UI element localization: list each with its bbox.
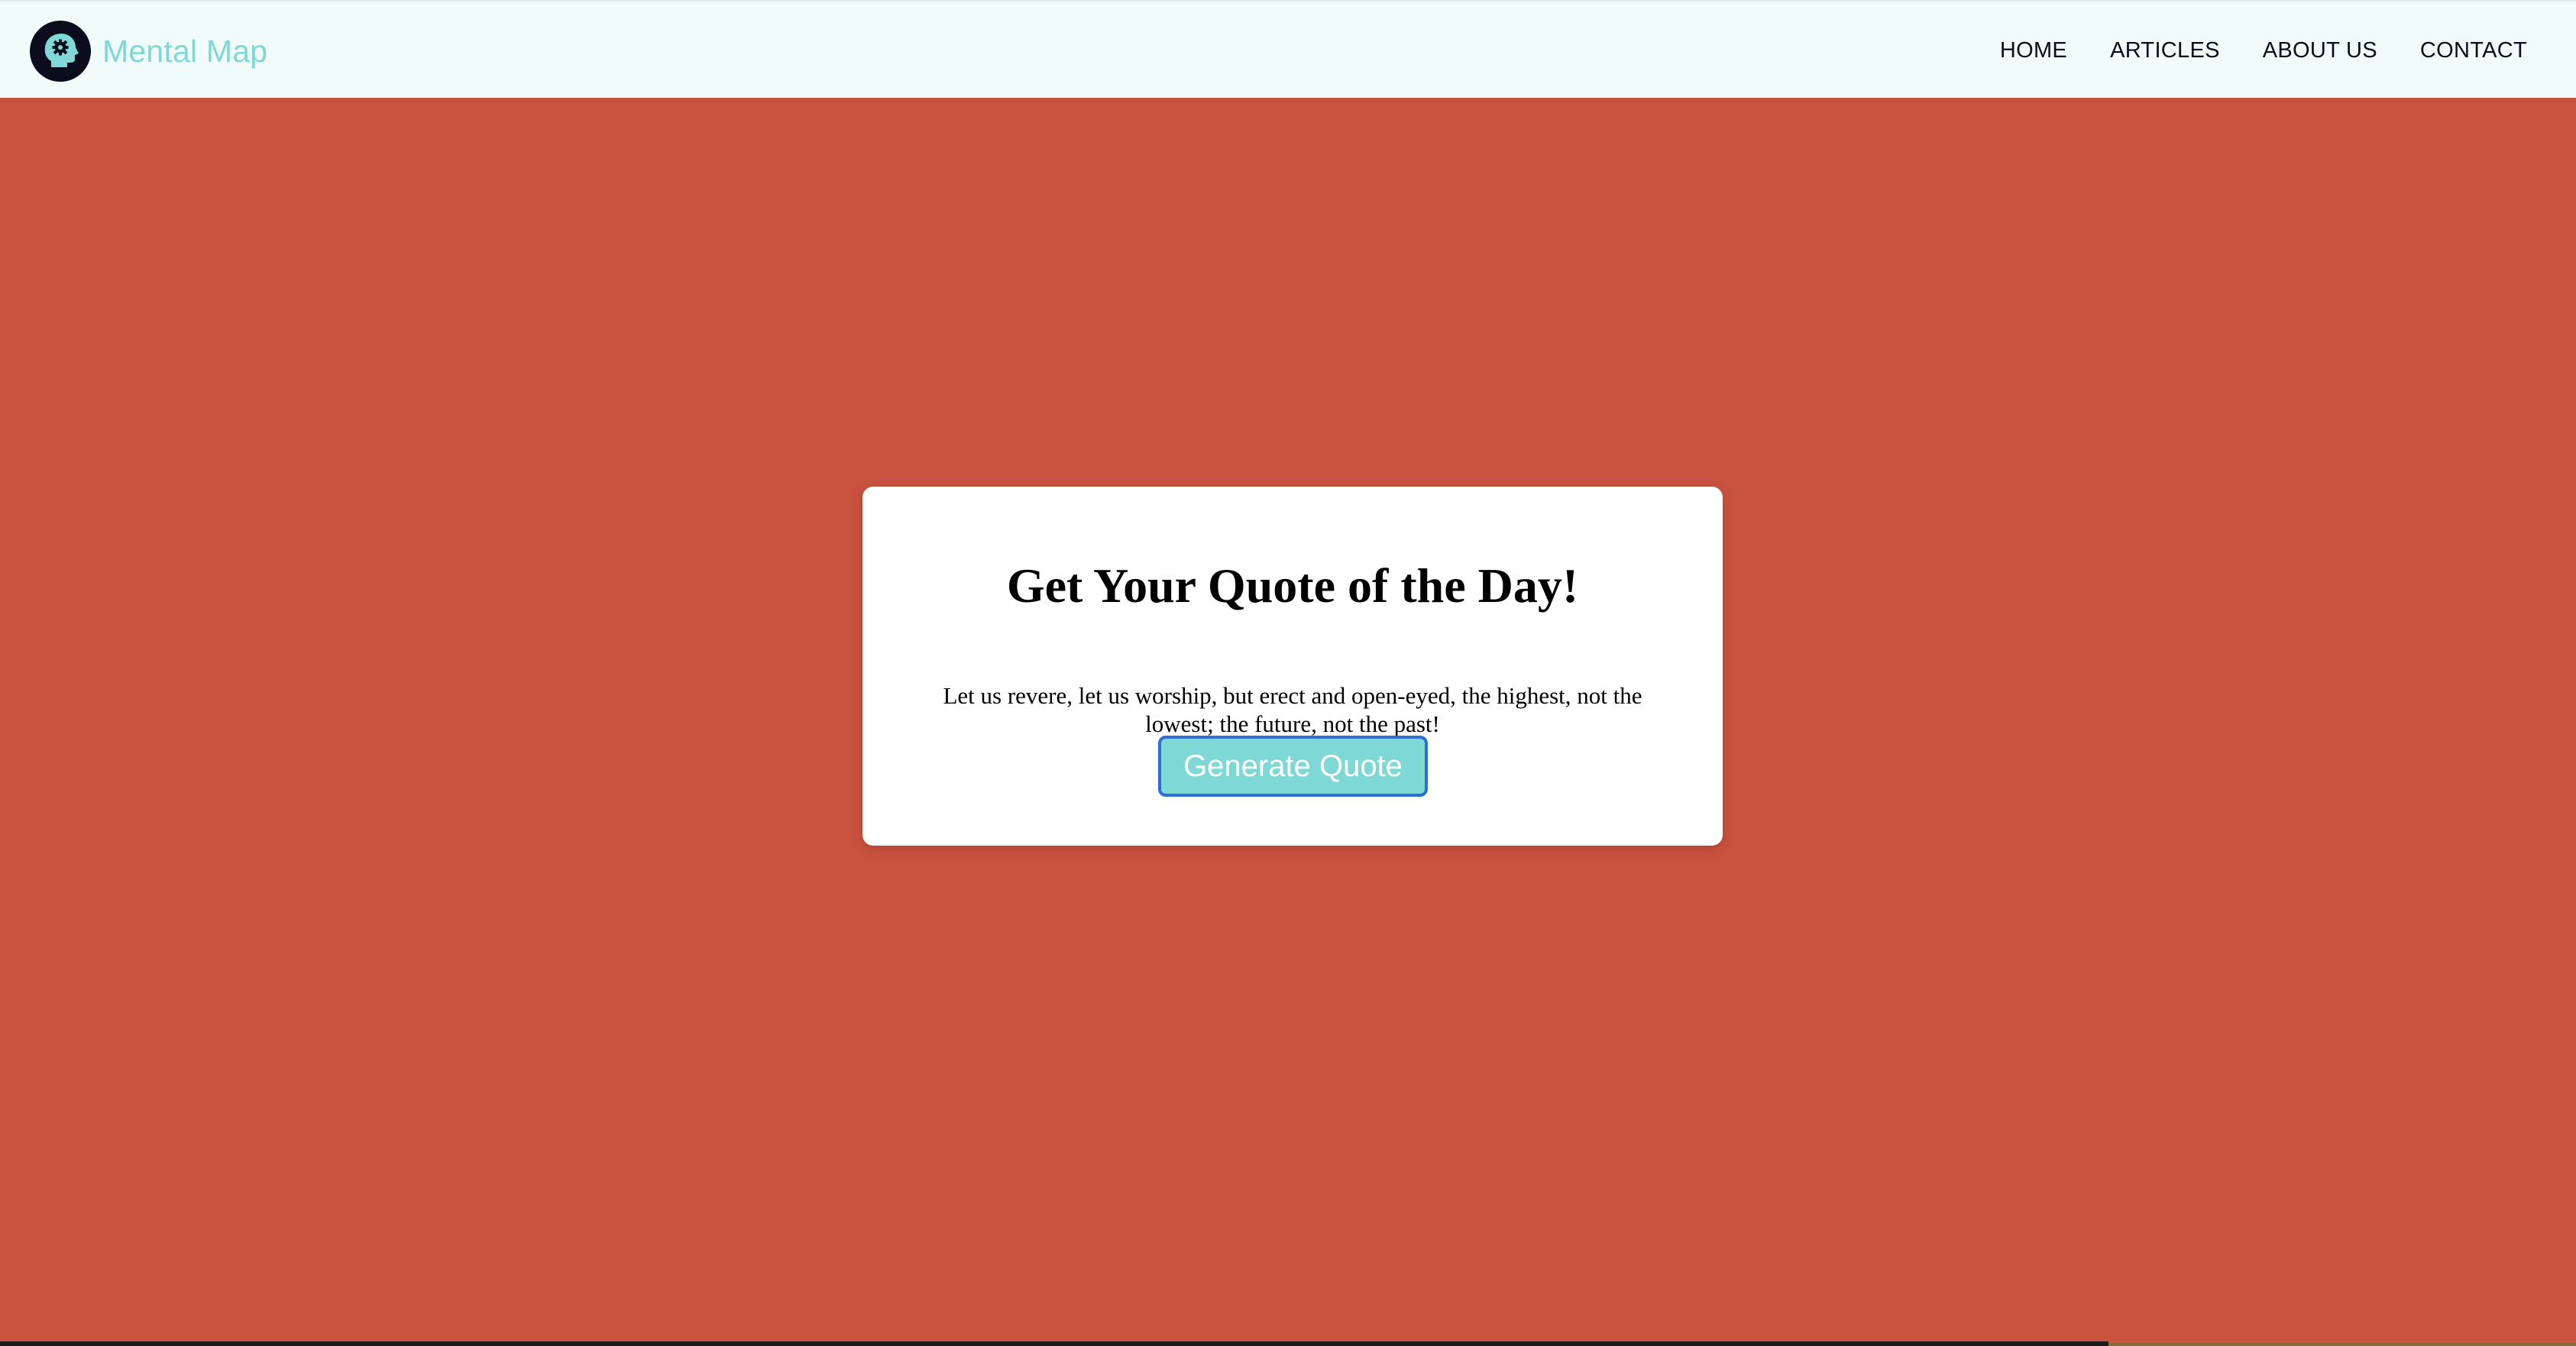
- quote-card: Get Your Quote of the Day! Let us revere…: [862, 487, 1723, 846]
- nav-home-link[interactable]: HOME: [2000, 38, 2067, 63]
- brand-name[interactable]: Mental Map: [102, 34, 267, 70]
- bottom-edge-bar: [0, 1341, 2108, 1346]
- navbar: Mental Map HOME ARTICLES ABOUT US CONTAC…: [0, 0, 2576, 98]
- brand-home-link[interactable]: Mental Map: [29, 21, 267, 82]
- nav-contact-link[interactable]: CONTACT: [2420, 38, 2527, 63]
- main-nav: HOME ARTICLES ABOUT US CONTACT: [1957, 2, 2527, 99]
- head-with-gear-icon: [30, 21, 91, 82]
- quote-card-title: Get Your Quote of the Day!: [1006, 558, 1579, 613]
- bottom-edge-bar-right: [2108, 1343, 2576, 1346]
- quote-text: Let us revere, let us worship, but erect…: [943, 682, 1642, 737]
- nav-articles-link[interactable]: ARTICLES: [2110, 38, 2220, 63]
- generate-quote-button[interactable]: Generate Quote: [1158, 736, 1428, 797]
- nav-about-us-link[interactable]: ABOUT US: [2263, 38, 2377, 63]
